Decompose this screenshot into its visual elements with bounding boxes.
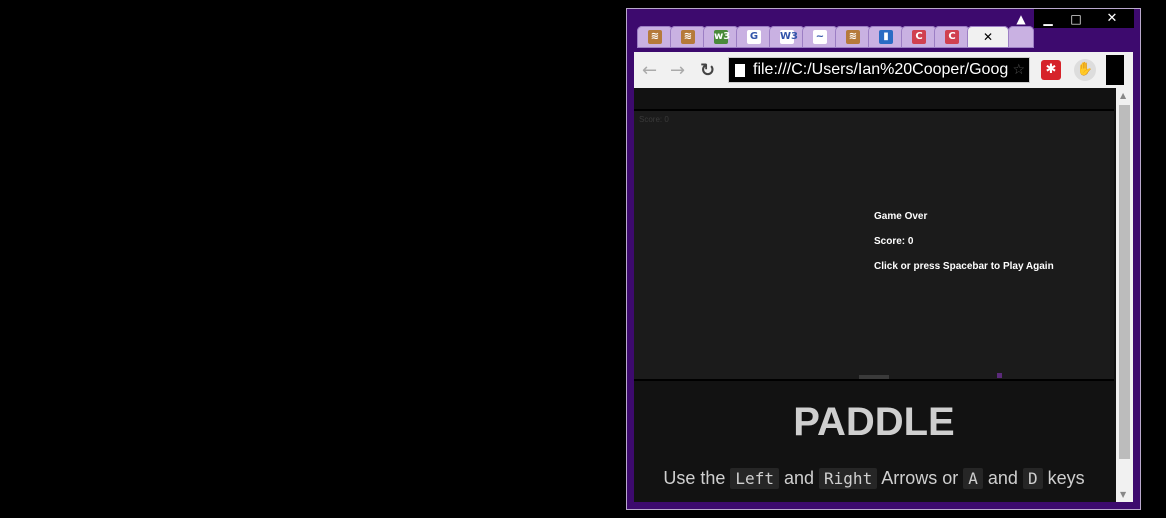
scroll-down-icon[interactable]: ▼ — [1120, 490, 1126, 499]
tab[interactable]: ≋ — [637, 26, 673, 48]
close-tab-icon[interactable]: ✕ — [983, 30, 993, 44]
mustache-icon: ~ — [813, 30, 827, 44]
tab[interactable]: G — [736, 26, 772, 48]
trello-icon: ▮ — [879, 30, 893, 44]
instr-text: Arrows or — [881, 468, 959, 488]
scroll-up-icon[interactable]: ▲ — [1120, 91, 1126, 100]
key-d: D — [1022, 468, 1043, 489]
tab-strip: ≋ ≋ w3 G W3 ~ ≋ ▮ C C ✕ — [637, 26, 1057, 50]
instr-text: Use the — [663, 468, 726, 488]
tab[interactable]: C — [901, 26, 937, 48]
browser-window: ▲ ▁ □ ✕ ≋ ≋ w3 G W3 ~ ≋ ▮ C C ✕ ← → ↻ file:///C:/U… — [626, 8, 1141, 510]
forward-icon[interactable]: → — [670, 60, 685, 81]
key-right: Right — [819, 468, 878, 489]
maximize-button[interactable]: □ — [1062, 9, 1090, 28]
vertical-scrollbar[interactable]: ▲ ▼ — [1116, 88, 1133, 502]
instr-text: and — [987, 468, 1018, 488]
scrollbar-thumb[interactable] — [1119, 105, 1130, 459]
page-title: PADDLE — [793, 400, 955, 444]
stackoverflow-icon: ≋ — [681, 30, 695, 44]
key-left: Left — [730, 468, 779, 489]
score-overlay: Score: 0 — [639, 115, 669, 124]
address-bar[interactable]: file:///C:/Users/Ian%20Cooper/Goog ☆ — [728, 57, 1030, 83]
c-icon: C — [912, 30, 926, 44]
extension-icon-black[interactable] — [1106, 55, 1124, 85]
new-tab-button[interactable] — [1008, 26, 1034, 48]
w3c-icon: W3 — [780, 30, 798, 44]
close-window-button[interactable]: ✕ — [1090, 9, 1134, 28]
stackoverflow-icon: ≋ — [648, 30, 662, 44]
page-content: Score: 0 Game Over Score: 0 Click or pre… — [634, 88, 1116, 502]
final-score-text: Score: 0 — [874, 236, 914, 247]
paddle — [859, 375, 889, 379]
tab[interactable]: w3 — [703, 26, 739, 48]
ball — [997, 373, 1002, 378]
tab[interactable]: C — [934, 26, 970, 48]
browser-toolbar: ← → ↻ file:///C:/Users/Ian%20Cooper/Goog… — [634, 52, 1133, 88]
game-canvas[interactable]: Score: 0 Game Over Score: 0 Click or pre… — [634, 109, 1114, 381]
google-icon: G — [747, 30, 761, 44]
play-again-text: Click or press Spacebar to Play Again — [874, 261, 1054, 272]
w3-icon-green: w3 — [714, 30, 731, 44]
instr-text: and — [783, 468, 815, 488]
tab[interactable]: W3 — [769, 26, 805, 48]
instructions: Use the Left and Right Arrows or A and D… — [634, 468, 1114, 489]
tab-active[interactable]: ✕ — [967, 26, 1009, 48]
file-icon — [735, 63, 745, 77]
tab[interactable]: ▮ — [868, 26, 904, 48]
tab[interactable]: ≋ — [670, 26, 706, 48]
stackoverflow-icon: ≋ — [846, 30, 860, 44]
tab[interactable]: ~ — [802, 26, 838, 48]
game-over-text: Game Over — [874, 211, 928, 222]
back-icon[interactable]: ← — [642, 60, 657, 81]
tab[interactable]: ≋ — [835, 26, 871, 48]
instr-text: keys — [1047, 468, 1085, 488]
extension-icon-hand[interactable]: ✋ — [1074, 59, 1096, 81]
c-icon: C — [945, 30, 959, 44]
key-a: A — [963, 468, 983, 489]
url-text: file:///C:/Users/Ian%20Cooper/Goog — [753, 61, 1009, 78]
extension-icon-red[interactable]: ✱ — [1041, 60, 1061, 80]
reload-icon[interactable]: ↻ — [700, 60, 715, 81]
bookmark-star-icon[interactable]: ☆ — [1012, 62, 1025, 78]
